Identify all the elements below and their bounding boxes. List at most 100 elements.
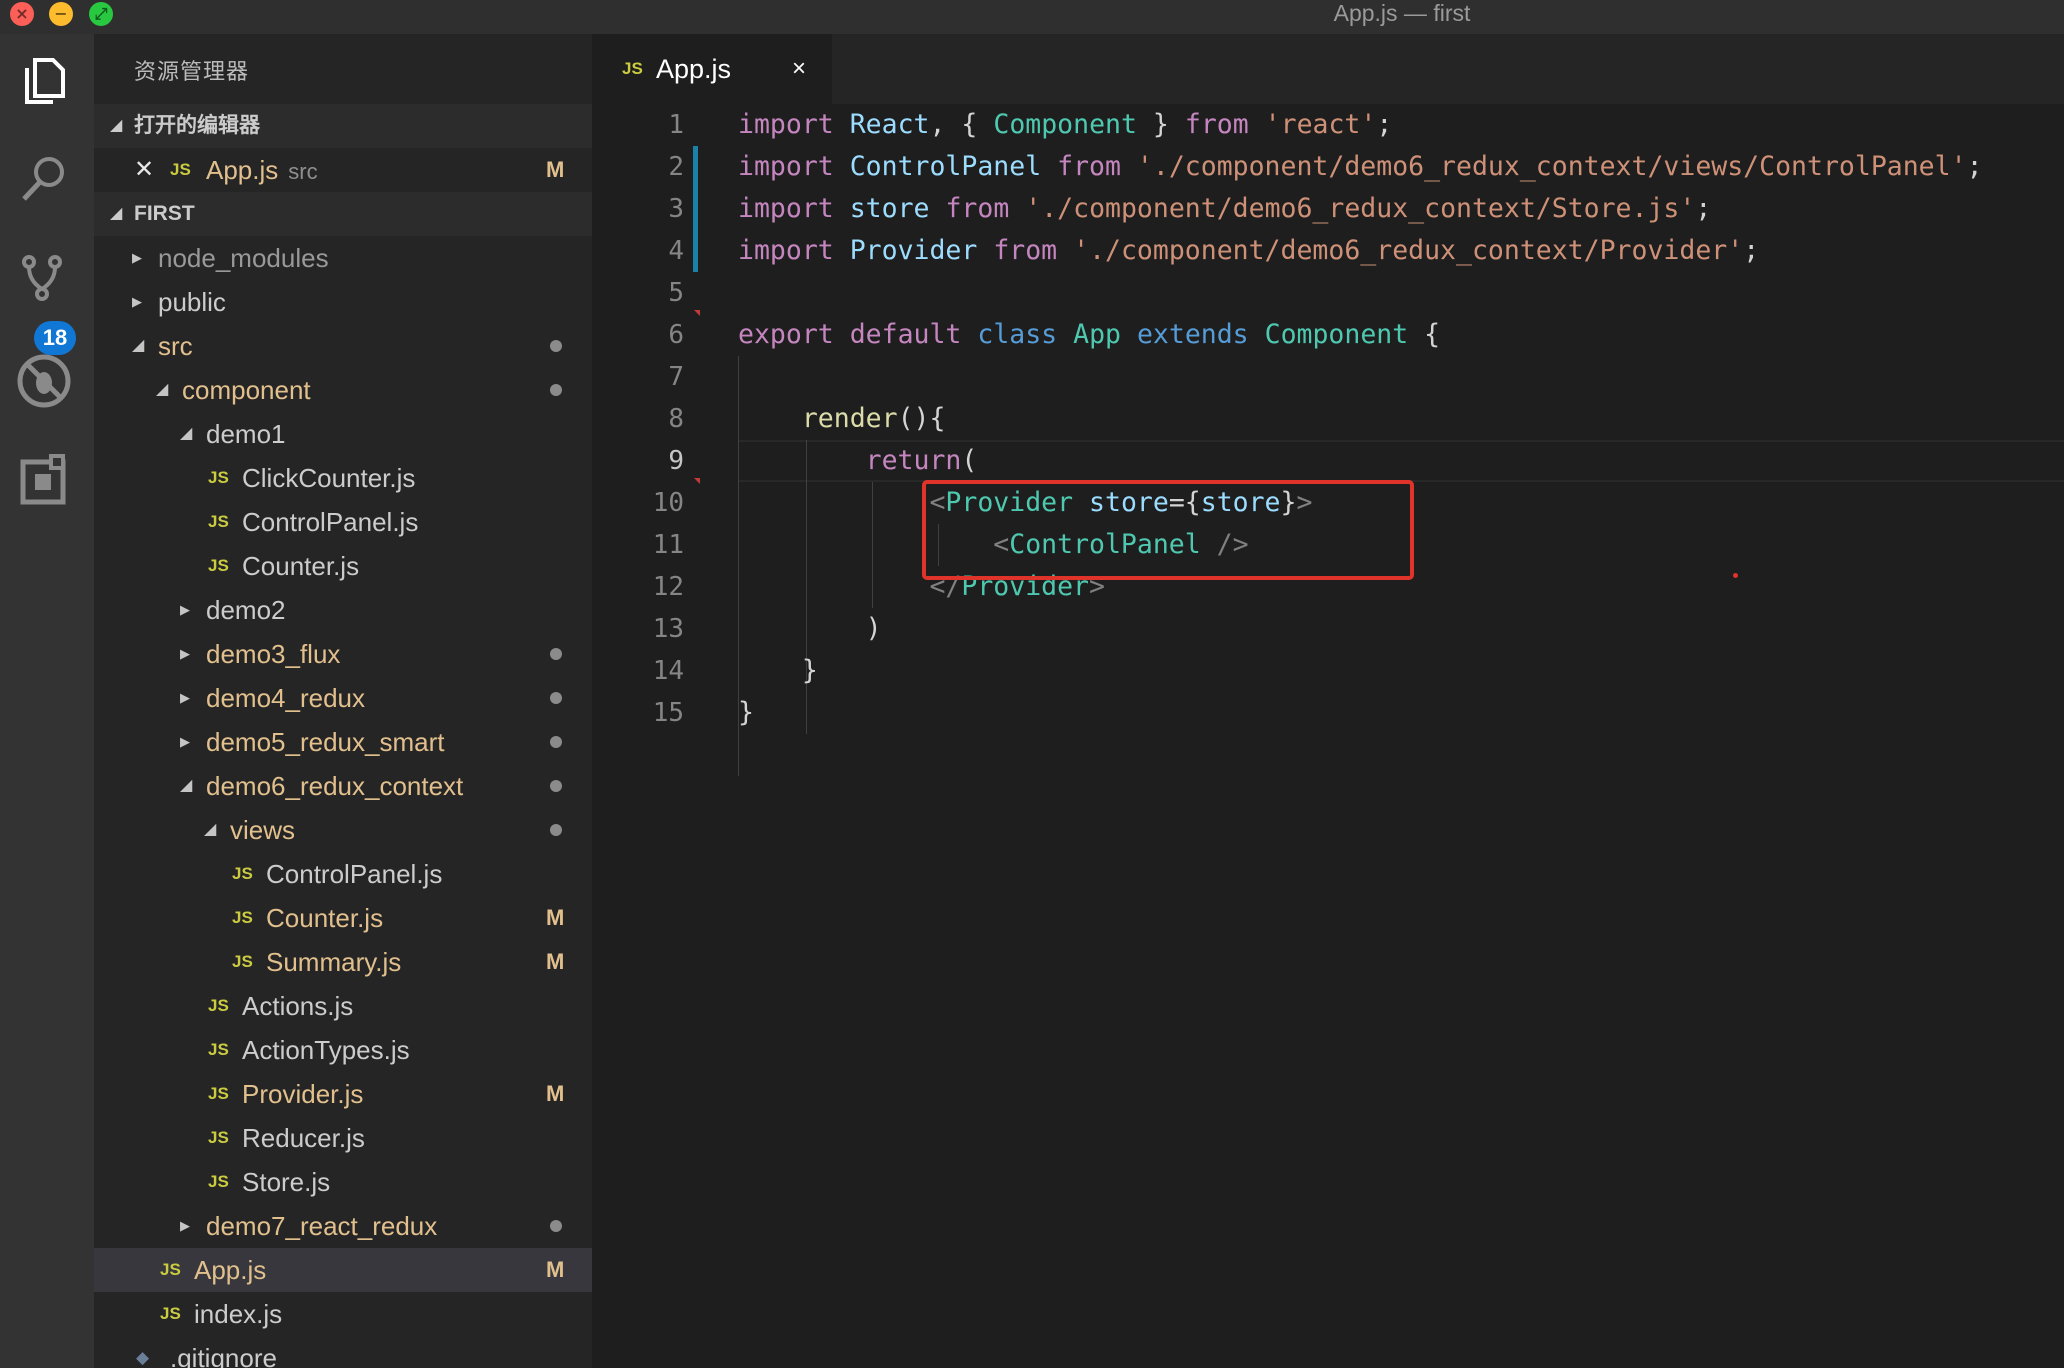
js-file-icon: JS [232,864,253,883]
tree-file[interactable]: JS ControlPanel.js [94,500,592,544]
code-editor[interactable]: 1 import React, { Component } from 'react… [592,104,2064,1368]
folder-name: src [158,331,193,361]
js-file-icon: JS [170,160,191,179]
tree-file[interactable]: JS Counter.js [94,544,592,588]
explorer-title: 资源管理器 [134,59,250,84]
line-number: 5 [668,278,684,308]
line-number: 15 [652,698,684,728]
tree-file[interactable]: JS ControlPanel.js [94,852,592,896]
folder-name: node_modules [158,243,329,273]
explorer-activity[interactable] [0,34,94,124]
editor-tab-bar: JS App.js × [592,34,2064,104]
line-number: 2 [668,152,684,182]
line-number: 10 [652,488,684,518]
folder-name: public [158,287,226,317]
folder-name: demo2 [206,595,286,625]
modified-dot-indicator [550,692,562,704]
file-name: Counter.js [242,551,360,581]
modified-badge: M [546,157,565,182]
modified-badge: M [546,949,565,974]
chevron-right-icon: ▶ [180,602,190,617]
annotation-dot [1733,573,1738,578]
extensions-activity[interactable] [0,434,94,524]
source-control-activity[interactable] [0,234,94,324]
tree-file[interactable]: JS Actions.js [94,984,592,1028]
js-file-icon: JS [208,512,229,531]
modified-dot-indicator [550,780,562,792]
tree-file[interactable]: JS Summary.js M [94,940,592,984]
tree-folder[interactable]: ◢ demo1 [94,412,592,456]
js-file-icon: JS [208,556,229,575]
title-bar: × − ⤢ App.js — first [0,0,2064,34]
modified-dot-indicator [550,340,562,352]
line-number: 1 [668,110,684,140]
file-name: App.js [194,1255,267,1285]
chevron-right-icon: ▶ [180,1218,190,1233]
tree-folder[interactable]: ▶ demo2 [94,588,592,632]
line-number: 6 [668,320,684,350]
js-file-icon: JS [208,1040,229,1059]
tab-label: App.js [656,54,732,84]
modified-dot-indicator [550,824,562,836]
code-line: export default class App extends Compone… [738,319,1441,350]
extensions-icon [20,454,66,505]
line-number: 12 [652,572,684,602]
file-name: .gitignore [170,1343,277,1368]
annotation-highlight-box [922,480,1414,580]
js-file-icon: JS [208,1128,229,1147]
open-editor-item[interactable]: ✕ JS App.js src M [94,148,592,192]
chevron-down-icon: ◢ [180,425,193,442]
modified-dot-indicator [550,1220,562,1232]
js-file-icon: JS [232,952,253,971]
tree-file[interactable]: JS ClickCounter.js [94,456,592,500]
file-name: index.js [194,1299,283,1329]
file-name: Store.js [242,1167,331,1197]
git-gutter-deleted [694,310,700,316]
line-number: 4 [668,236,684,266]
file-name: Counter.js [266,903,384,933]
tree-folder[interactable]: ▶ public [94,280,592,324]
modified-dot-indicator [550,648,562,660]
close-tab-icon[interactable]: × [792,34,806,104]
tree-folder[interactable]: ◢ views [94,808,592,852]
file-name: Reducer.js [242,1123,365,1153]
tree-folder[interactable]: ◢ component [94,368,592,412]
tab-app-js[interactable]: JS App.js × [592,34,832,104]
tree-file[interactable]: JS Store.js [94,1160,592,1204]
chevron-down-icon: ◢ [204,821,217,838]
file-name: ControlPanel.js [242,507,419,537]
folder-name: demo3_flux [206,639,341,669]
open-editor-filename: App.js [206,155,279,185]
tree-folder[interactable]: ◢ demo6_redux_context [94,764,592,808]
source-control-icon [22,255,62,301]
explorer-sidebar: 资源管理器 ◢ 打开的编辑器 ✕ JS App.js src M ◢ FIRST … [94,34,592,1368]
tree-folder[interactable]: ▶ demo7_react_redux [94,1204,592,1248]
code-line: return( [865,445,978,476]
file-name: Actions.js [242,991,354,1021]
activity-bar: 18 [0,34,94,1368]
tree-folder[interactable]: ◢ src [94,324,592,368]
folder-name: demo1 [206,419,286,449]
tree-folder[interactable]: ▶ node_modules [94,236,592,280]
modified-dot-indicator [550,736,562,748]
tree-file[interactable]: JS Reducer.js [94,1116,592,1160]
debug-icon [17,354,71,408]
search-activity[interactable] [0,134,94,224]
js-file-icon: JS [160,1304,181,1323]
line-number: 3 [668,194,684,224]
tree-folder[interactable]: ▶ demo5_redux_smart [94,720,592,764]
close-icon[interactable]: ✕ [134,148,154,192]
open-editors-header[interactable]: ◢ 打开的编辑器 [94,104,592,148]
tree-file[interactable]: JS Counter.js M [94,896,592,940]
tree-file[interactable]: JS App.js M [94,1248,592,1292]
file-name: ActionTypes.js [242,1035,410,1065]
tree-folder[interactable]: ▶ demo3_flux [94,632,592,676]
debug-activity[interactable] [0,334,94,424]
tree-file[interactable]: ◆ .gitignore [94,1336,592,1368]
project-header[interactable]: ◢ FIRST [94,192,592,236]
tree-file[interactable]: JS index.js [94,1292,592,1336]
chevron-down-icon: ◢ [110,117,123,134]
tree-file[interactable]: JS Provider.js M [94,1072,592,1116]
tree-file[interactable]: JS ActionTypes.js [94,1028,592,1072]
tree-folder[interactable]: ▶ demo4_redux [94,676,592,720]
